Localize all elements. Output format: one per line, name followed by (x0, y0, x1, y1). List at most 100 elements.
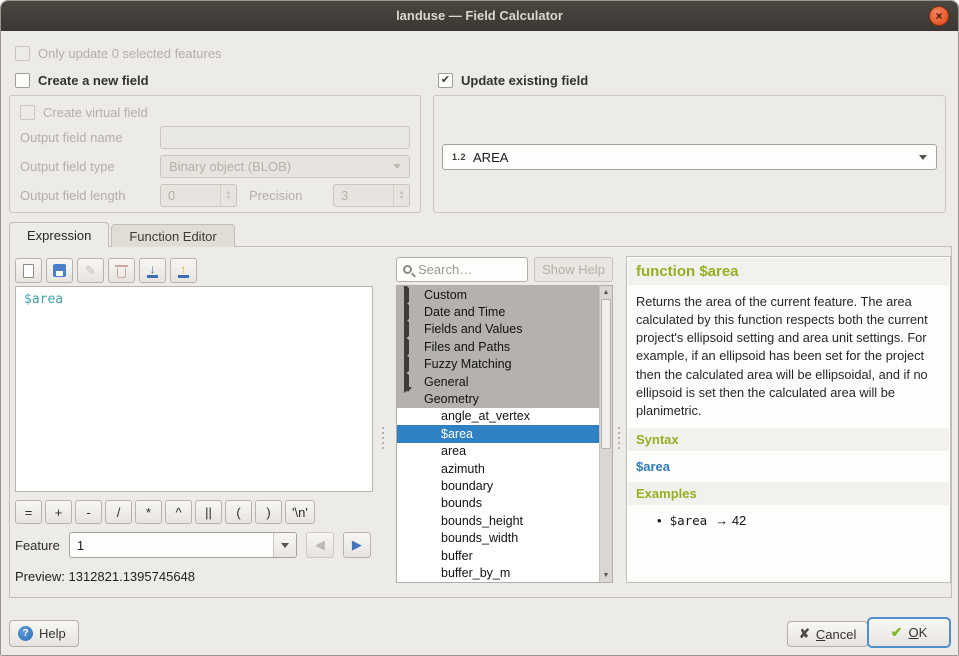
create-virtual-field-label: Create virtual field (43, 105, 148, 120)
delete-expression-button[interactable] (108, 258, 135, 283)
export-expressions-button[interactable]: ↑ (170, 258, 197, 283)
triangle-right-icon (404, 288, 414, 302)
check-icon: ✔ (441, 75, 450, 86)
triangle-right-icon (404, 305, 414, 319)
ok-button-label: OK (908, 625, 927, 640)
import-expressions-button[interactable]: ↓ (139, 258, 166, 283)
create-new-field-checkbox-row[interactable]: Create a new field (15, 73, 149, 88)
scroll-down-icon[interactable]: ▼ (600, 569, 612, 582)
export-icon: ↑ (178, 264, 189, 278)
create-new-field-label: Create a new field (38, 73, 149, 88)
function-item-area-var[interactable]: $area (397, 425, 612, 442)
help-button[interactable]: ? Help (9, 620, 79, 647)
function-group-fuzzy-matching[interactable]: Fuzzy Matching (397, 356, 612, 373)
save-expression-button[interactable] (46, 258, 73, 283)
chevron-down-icon (393, 164, 401, 169)
pencil-icon: ✎ (85, 263, 96, 279)
expression-editor[interactable]: $area (15, 286, 373, 492)
existing-field-select[interactable]: 1.2 AREA (442, 144, 937, 170)
search-icon (403, 265, 412, 274)
operator-plus-button[interactable]: + (45, 500, 72, 524)
help-syntax-code: $area (627, 451, 950, 482)
function-item-boundary[interactable]: boundary (397, 477, 612, 494)
spinner-arrows-icon[interactable]: ▲▼ (220, 185, 236, 206)
function-group-custom[interactable]: Custom (397, 286, 612, 303)
operator-divide-button[interactable]: / (105, 500, 132, 524)
output-field-name-input[interactable] (160, 126, 410, 149)
only-update-checkbox[interactable] (15, 46, 30, 61)
operator-concat-button[interactable]: || (195, 500, 222, 524)
new-file-icon (23, 264, 34, 278)
only-update-label: Only update 0 selected features (38, 46, 222, 61)
create-virtual-field-checkbox[interactable] (20, 105, 35, 120)
field-calculator-dialog: landuse — Field Calculator × Only update… (0, 0, 959, 656)
tab-bar: Expression Function Editor (9, 222, 235, 247)
output-field-length-value: 0 (168, 188, 175, 203)
close-icon[interactable]: × (929, 6, 949, 26)
operator-close-paren-button[interactable]: ) (255, 500, 282, 524)
output-field-name-row: Output field name (20, 126, 410, 149)
feature-combobox[interactable] (69, 532, 297, 558)
new-expression-button[interactable] (15, 258, 42, 283)
function-item-bounds-height[interactable]: bounds_height (397, 512, 612, 529)
function-list-scrollbar[interactable]: ▲ ▼ (599, 286, 612, 582)
cancel-icon: ✘ (799, 626, 810, 642)
help-button-label: Help (39, 626, 66, 641)
spinner-arrows-icon[interactable]: ▲▼ (393, 185, 409, 206)
cancel-button[interactable]: ✘ Cancel (787, 621, 868, 647)
feature-row: Feature ◀ ▶ (15, 532, 371, 558)
tab-expression[interactable]: Expression (9, 222, 109, 247)
ok-button[interactable]: ✔ OK (867, 617, 951, 648)
function-item-bounds-width[interactable]: bounds_width (397, 529, 612, 546)
function-item-bounds[interactable]: bounds (397, 495, 612, 512)
only-update-checkbox-row[interactable]: Only update 0 selected features (15, 46, 222, 61)
show-help-button[interactable]: Show Help (534, 257, 613, 282)
ok-icon: ✔ (891, 624, 903, 641)
precision-value: 3 (341, 188, 348, 203)
function-group-fields-values[interactable]: Fields and Values (397, 321, 612, 338)
output-field-length-spinner[interactable]: 0 ▲▼ (160, 184, 237, 207)
update-existing-field-checkbox[interactable]: ✔ (438, 73, 453, 88)
trash-icon (117, 268, 126, 278)
operator-equals-button[interactable]: = (15, 500, 42, 524)
tab-function-editor[interactable]: Function Editor (111, 224, 234, 247)
window-title: landuse — Field Calculator (1, 1, 958, 31)
search-input[interactable] (418, 262, 521, 277)
function-item-azimuth[interactable]: azimuth (397, 460, 612, 477)
splitter-handle[interactable] (382, 427, 384, 449)
scrollbar-thumb[interactable] (601, 299, 611, 449)
next-feature-button[interactable]: ▶ (343, 532, 371, 558)
operator-power-button[interactable]: ^ (165, 500, 192, 524)
triangle-down-icon (404, 392, 414, 406)
operator-open-paren-button[interactable]: ( (225, 500, 252, 524)
output-field-type-row: Output field type Binary object (BLOB) (20, 155, 410, 178)
help-title: function $area (628, 258, 949, 285)
function-item-buffer-by-m[interactable]: buffer_by_m (397, 564, 612, 581)
operator-newline-button[interactable]: '\n' (285, 500, 315, 524)
expression-text: $area (24, 292, 63, 307)
function-item-area[interactable]: area (397, 443, 612, 460)
splitter-handle[interactable] (618, 427, 620, 449)
function-item-buffer[interactable]: buffer (397, 547, 612, 564)
output-field-name-label: Output field name (20, 130, 160, 145)
function-group-files-paths[interactable]: Files and Paths (397, 338, 612, 355)
triangle-right-icon (404, 340, 414, 354)
create-new-field-checkbox[interactable] (15, 73, 30, 88)
update-existing-field-checkbox-row[interactable]: ✔ Update existing field (438, 73, 588, 88)
existing-field-group: 1.2 AREA (433, 95, 946, 213)
function-search-box[interactable] (396, 257, 528, 282)
function-group-date-time[interactable]: Date and Time (397, 303, 612, 320)
function-group-general[interactable]: General (397, 373, 612, 390)
output-field-type-select[interactable]: Binary object (BLOB) (160, 155, 410, 178)
previous-feature-button[interactable]: ◀ (306, 532, 334, 558)
operator-multiply-button[interactable]: * (135, 500, 162, 524)
scroll-up-icon[interactable]: ▲ (600, 286, 612, 299)
feature-dropdown-button[interactable] (273, 533, 296, 557)
precision-spinner[interactable]: 3 ▲▼ (333, 184, 410, 207)
edit-expression-button[interactable]: ✎ (77, 258, 104, 283)
function-item-angle-at-vertex[interactable]: angle_at_vertex (397, 408, 612, 425)
help-examples-heading: Examples (628, 482, 949, 505)
operator-minus-button[interactable]: - (75, 500, 102, 524)
function-group-geometry[interactable]: Geometry (397, 390, 612, 407)
feature-input[interactable] (70, 538, 273, 553)
